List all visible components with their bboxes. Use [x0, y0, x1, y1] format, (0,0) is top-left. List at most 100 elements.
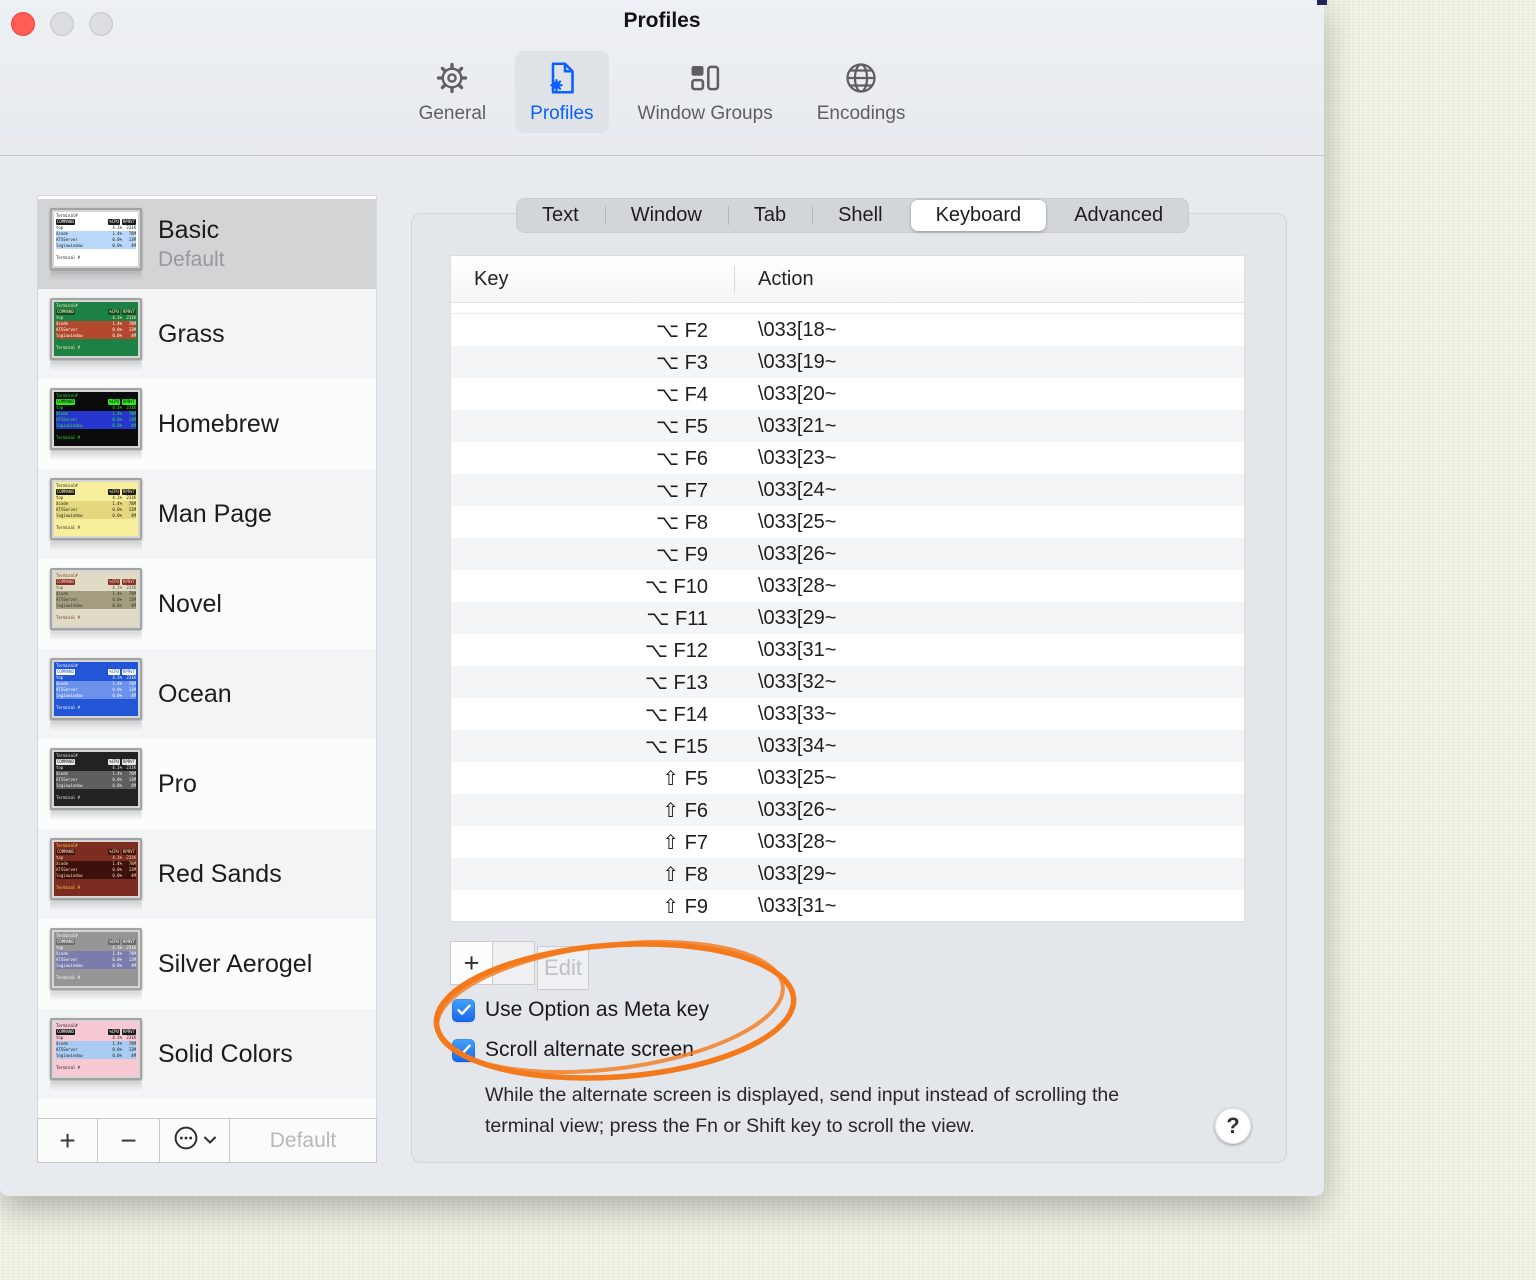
profile-name: Silver Aerogel: [158, 949, 313, 978]
action-cell: \033[29~: [758, 606, 837, 629]
profile-list-item[interactable]: Terminal# COMMAND %CPU RPRVT top 4.1% 231K X…: [38, 1009, 376, 1099]
thumbnail-reflection: [50, 451, 142, 461]
profile-name: Ocean: [158, 679, 232, 708]
sidebar-footer: + − Default: [37, 1118, 377, 1163]
thumb-terminal-prompt: Terminal #: [56, 344, 81, 350]
profile-thumbnail: Terminal# COMMAND %CPU RPRVT top 4.1% 231K X…: [50, 207, 142, 281]
profile-list-item[interactable]: Terminal# COMMAND %CPU RPRVT top 4.1% 231K X…: [38, 289, 376, 379]
key-cell: ⌥ F6: [656, 447, 708, 470]
thumb-terminal-prompt: Terminal #: [56, 254, 81, 260]
profile-thumbnail: Terminal# COMMAND %CPU RPRVT top 4.1% 231K X…: [50, 927, 142, 1001]
profile-list-item[interactable]: Terminal# COMMAND %CPU RPRVT top 4.1% 231K X…: [38, 379, 376, 469]
table-row[interactable]: ⇧ F7 \033[28~: [451, 826, 1244, 858]
checkbox-label: Scroll alternate screen: [485, 1038, 694, 1061]
profile-tabs: Text Window Tab Shell Keyboard Advanced: [516, 198, 1190, 233]
table-row[interactable]: ⌥ F7 \033[24~: [451, 474, 1244, 506]
thumbnail-reflection: [50, 721, 142, 731]
table-row[interactable]: ⇧ F5 \033[25~: [451, 762, 1244, 794]
table-row[interactable]: ⌥ F10 \033[28~: [451, 570, 1244, 602]
action-cell: \033[25~: [758, 766, 837, 789]
action-cell: \033[26~: [758, 542, 837, 565]
thumb-terminal-prompt: Terminal #: [56, 524, 81, 530]
profile-list-item[interactable]: Terminal# COMMAND %CPU RPRVT top 4.1% 231K X…: [38, 919, 376, 1009]
table-row[interactable]: ⌥ F2 \033[18~: [451, 314, 1244, 346]
tab-window[interactable]: Window: [604, 198, 728, 233]
remove-key-binding-button[interactable]: −: [492, 941, 535, 985]
column-header-key[interactable]: Key: [451, 268, 734, 291]
thumbnail-reflection: [50, 811, 142, 821]
profile-thumbnail: Terminal# COMMAND %CPU RPRVT top 4.1% 231K X…: [50, 747, 142, 821]
tab-shell[interactable]: Shell: [812, 198, 908, 233]
table-row[interactable]: ⌥ F14 \033[33~: [451, 698, 1244, 730]
use-option-as-meta-checkbox[interactable]: [452, 998, 475, 1022]
key-cell: ⌥ F13: [644, 671, 708, 694]
key-cell: ⌥ F9: [656, 543, 708, 566]
table-row[interactable]: ⌥ F4 \033[20~: [451, 378, 1244, 410]
column-header-action[interactable]: Action: [734, 268, 814, 291]
table-row[interactable]: ⌥ F5 \033[21~: [451, 410, 1244, 442]
table-row[interactable]: ⌥ F13 \033[32~: [451, 666, 1244, 698]
table-row[interactable]: ⇧ F8 \033[29~: [451, 858, 1244, 890]
profile-thumbnail: Terminal# COMMAND %CPU RPRVT top 4.1% 231K X…: [50, 1017, 142, 1091]
table-row[interactable]: ⌥ F8 \033[25~: [451, 506, 1244, 538]
key-cell: ⌥ F7: [656, 479, 708, 502]
tab-keyboard[interactable]: Keyboard: [910, 200, 1047, 231]
action-cell: \033[31~: [758, 638, 837, 661]
window-title: Profiles: [623, 9, 701, 32]
profile-thumbnail: Terminal# COMMAND %CPU RPRVT top 4.1% 231K X…: [50, 477, 142, 551]
toolbar-item-encodings[interactable]: Encodings: [802, 51, 921, 133]
tab-text[interactable]: Text: [516, 198, 605, 233]
profile-name: Grass: [158, 319, 225, 348]
profile-list-item[interactable]: Terminal# COMMAND %CPU RPRVT top 4.1% 231K X…: [38, 739, 376, 829]
profile-name: Homebrew: [158, 409, 279, 438]
toolbar-item-general[interactable]: General: [404, 51, 502, 133]
key-cell: ⇧ F8: [662, 863, 708, 886]
table-row[interactable]: ⇧ F6 \033[26~: [451, 794, 1244, 826]
action-cell: \033[25~: [758, 510, 837, 533]
profile-actions-menu-button[interactable]: [160, 1119, 230, 1162]
tab-tab[interactable]: Tab: [727, 198, 812, 233]
profile-thumbnail: Terminal# COMMAND %CPU RPRVT top 4.1% 231K X…: [50, 567, 142, 641]
help-button[interactable]: ?: [1215, 1108, 1251, 1144]
key-cell: ⇧ F9: [662, 895, 708, 918]
scroll-alternate-screen-checkbox[interactable]: [452, 1038, 475, 1062]
action-cell: \033[29~: [758, 862, 837, 885]
set-default-button[interactable]: Default: [230, 1119, 376, 1162]
key-cell: ⌥ F5: [656, 415, 708, 438]
table-row[interactable]: ⌥ F3 \033[19~: [451, 346, 1244, 378]
action-cell: \033[28~: [758, 574, 837, 597]
toolbar-label: General: [418, 103, 487, 124]
remove-profile-button[interactable]: −: [98, 1119, 160, 1162]
toolbar-label: Profiles: [530, 103, 594, 124]
table-row[interactable]: ⌥ F9 \033[26~: [451, 538, 1244, 570]
tab-advanced[interactable]: Advanced: [1048, 198, 1189, 233]
edit-key-binding-button[interactable]: Edit: [537, 946, 589, 990]
add-key-binding-button[interactable]: +: [450, 941, 493, 985]
toolbar-label: Window Groups: [637, 103, 773, 124]
action-cell: \033[34~: [758, 734, 837, 757]
key-cell: ⌥ F4: [656, 383, 708, 406]
add-profile-button[interactable]: +: [38, 1119, 98, 1162]
thumb-terminal-prompt: Terminal #: [56, 884, 81, 890]
window-header: Profiles General Profiles Window Groups …: [0, 0, 1324, 156]
table-row[interactable]: ⌥ F12 \033[31~: [451, 634, 1244, 666]
plus-icon: +: [59, 1124, 76, 1156]
table-row[interactable]: ⌥ F11 \033[29~: [451, 602, 1244, 634]
key-cell: ⇧ F5: [662, 767, 708, 790]
profile-list-item[interactable]: Terminal# COMMAND %CPU RPRVT top 4.1% 231K X…: [38, 829, 376, 919]
profile-list-item[interactable]: Terminal# COMMAND %CPU RPRVT top 4.1% 231K X…: [38, 649, 376, 739]
profile-list-item[interactable]: Terminal# COMMAND %CPU RPRVT top 4.1% 231K X…: [38, 559, 376, 649]
profile-list-item[interactable]: Terminal# COMMAND %CPU RPRVT top 4.1% 231K X…: [38, 199, 376, 289]
thumb-terminal-prompt: Terminal #: [56, 614, 81, 620]
key-cell: ⌥ F12: [644, 639, 708, 662]
table-header: Key Action: [451, 256, 1244, 303]
toolbar-item-window-groups[interactable]: Window Groups: [623, 51, 788, 133]
table-row[interactable]: ⌥ F6 \033[23~: [451, 442, 1244, 474]
profile-list-item[interactable]: Terminal# COMMAND %CPU RPRVT top 4.1% 231K X…: [38, 469, 376, 559]
profile-sidebar: Terminal# COMMAND %CPU RPRVT top 4.1% 231K X…: [37, 195, 377, 1163]
table-row[interactable]: ⇧ F9 \033[31~: [451, 890, 1244, 921]
gear-icon: [434, 60, 470, 96]
toolbar-item-profiles[interactable]: Profiles: [515, 51, 609, 133]
thumbnail-reflection: [50, 991, 142, 1001]
table-row[interactable]: ⌥ F15 \033[34~: [451, 730, 1244, 762]
